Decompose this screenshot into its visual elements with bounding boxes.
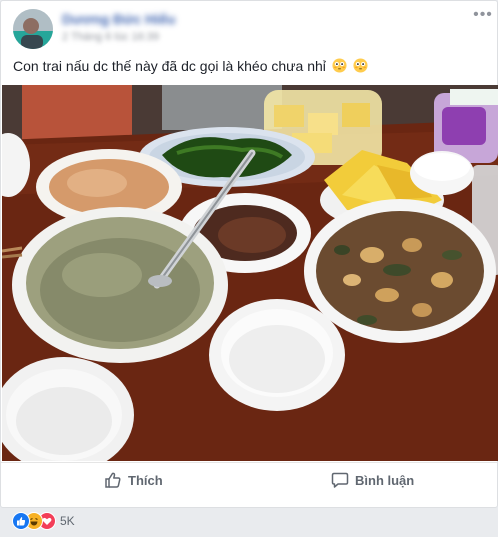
like-label: Thích [128, 473, 163, 488]
author-avatar[interactable] [13, 9, 53, 49]
post-caption: Con trai nấu dc thế này đã dc gọi là khé… [13, 57, 483, 75]
flushed-face-emoji-icon [332, 58, 347, 73]
like-reaction-icon [12, 512, 30, 530]
facebook-post: Dương Đức Hiếu 2 Tháng 6 lúc 16:39 ••• C… [0, 0, 498, 508]
flushed-face-emoji-icon [353, 58, 368, 73]
caption-text: Con trai nấu dc thế này đã dc gọi là khé… [13, 58, 326, 74]
like-button[interactable]: Thích [104, 463, 163, 499]
avatar-image [13, 9, 53, 49]
author-name[interactable]: Dương Đức Hiếu [62, 11, 177, 27]
reaction-count: 5K [60, 514, 75, 528]
comment-button[interactable]: Bình luận [331, 463, 414, 499]
post-photo[interactable] [2, 85, 498, 461]
post-timestamp[interactable]: 2 Tháng 6 lúc 16:39 [62, 31, 172, 44]
post-actions-bar: Thích Bình luận [1, 462, 497, 499]
more-options-icon[interactable]: ••• [471, 5, 495, 25]
comment-bubble-icon [331, 472, 349, 488]
thumbs-up-icon [105, 472, 121, 488]
food-photo-image [2, 85, 498, 461]
comment-label: Bình luận [355, 473, 415, 488]
